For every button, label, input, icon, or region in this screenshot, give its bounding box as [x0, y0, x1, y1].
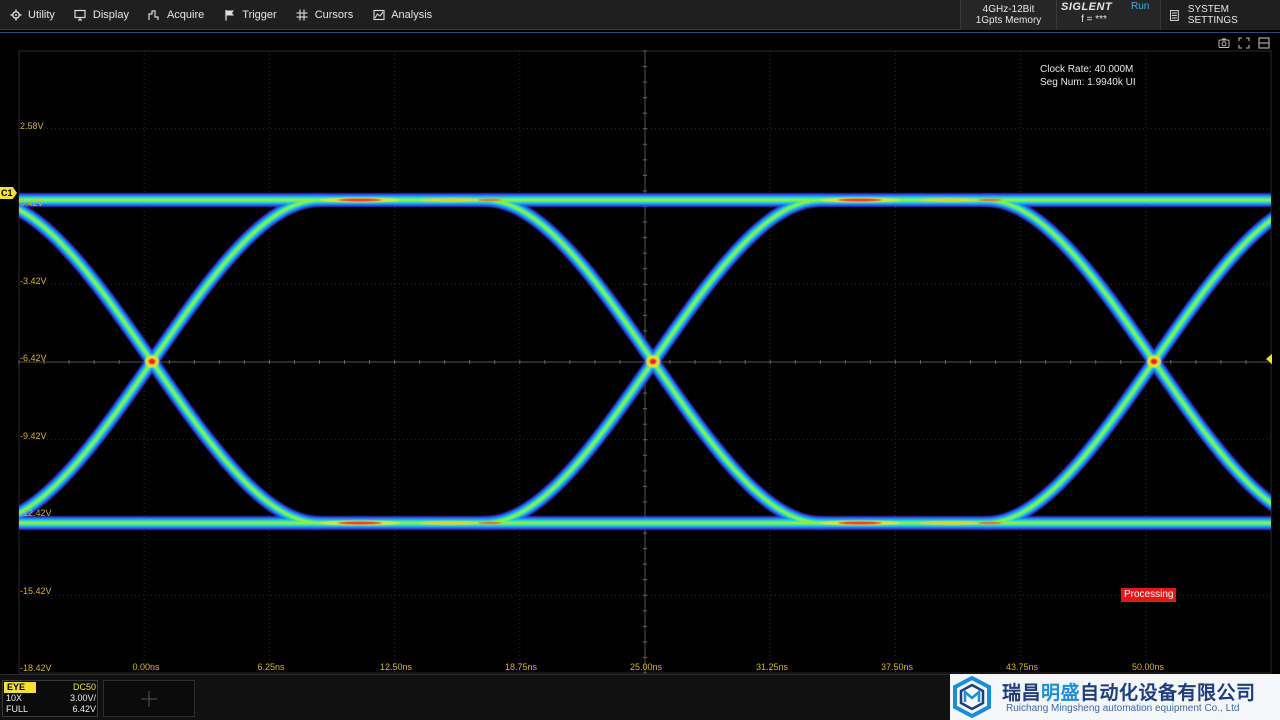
plus-icon	[141, 690, 157, 707]
top-menu-bar: Utility Display Acquire Trigger Cursors	[0, 0, 1280, 30]
dual-pane-icon[interactable]	[1258, 37, 1270, 49]
voltage-tick-label: -15.42V	[20, 586, 52, 596]
fullscreen-icon[interactable]	[1238, 37, 1250, 49]
time-tick-label: 18.75ns	[504, 662, 538, 672]
measurement-panel: Clock Rate: 40.000M Seg Num: 1.9940k UI	[1040, 63, 1136, 89]
system-settings-label: SYSTEM SETTINGS	[1187, 4, 1238, 26]
channel-mode-tag: EYE	[4, 682, 36, 693]
run-status-box[interactable]: SIGLENT Run f = ***	[1056, 0, 1160, 30]
menu-display-label: Display	[92, 9, 129, 21]
menu-trigger-label: Trigger	[242, 9, 277, 21]
time-tick-label: 25.00ns	[629, 662, 663, 672]
cursors-icon	[296, 9, 309, 22]
time-tick-label: 37.50ns	[880, 662, 914, 672]
time-tick-label: 43.75ns	[1005, 662, 1039, 672]
probe-attenuation: 10X	[6, 693, 23, 703]
voltage-tick-label: -6.42V	[20, 353, 47, 363]
company-watermark: 瑞昌明盛自动化设备有限公司 Ruichang Mingsheng automat…	[950, 674, 1280, 720]
gear-icon	[9, 9, 22, 22]
memory-label: 1Gpts Memory	[975, 15, 1042, 26]
processing-badge: Processing	[1121, 588, 1177, 602]
menu-cursors[interactable]: Cursors	[287, 0, 364, 30]
company-name-cn-highlight: 明盛	[1041, 683, 1081, 704]
analysis-icon	[372, 9, 385, 22]
voltage-tick-label: -18.42V	[20, 663, 52, 673]
frequency-readout: f = ***	[1081, 14, 1107, 25]
time-tick-label: 0.00ns	[132, 662, 160, 672]
channel-1-settings[interactable]: EYE DC50 10X 3.00V/ FULL 6.42V	[2, 680, 98, 717]
menu-acquire-label: Acquire	[166, 9, 205, 21]
display-tools	[1218, 37, 1270, 49]
menu-utility-label: Utility	[28, 9, 55, 21]
company-logo	[953, 676, 991, 718]
company-name-en: Ruichang Mingsheng automation equipment …	[1006, 703, 1240, 714]
menu-display[interactable]: Display	[65, 0, 139, 30]
settings-list-icon	[1169, 9, 1179, 21]
run-state: Run	[1131, 1, 1150, 12]
time-tick-label: 6.25ns	[257, 662, 285, 672]
eye-diagram	[18, 50, 1272, 674]
seg-num: Seg Num: 1.9940k UI	[1040, 77, 1136, 88]
menu-analysis-label: Analysis	[391, 9, 433, 21]
brand-logo: SIGLENT	[1061, 1, 1113, 13]
time-tick-label: 31.25ns	[755, 662, 789, 672]
waveform-display[interactable]: Clock Rate: 40.000M Seg Num: 1.9940k UI …	[0, 32, 1280, 674]
menu-utility[interactable]: Utility	[0, 0, 65, 30]
company-name-cn-part1: 瑞昌	[1002, 683, 1042, 704]
menu-trigger[interactable]: Trigger	[214, 0, 286, 30]
menu-cursors-label: Cursors	[314, 9, 354, 21]
company-name-cn: 瑞昌明盛自动化设备有限公司	[1002, 678, 1256, 705]
status-area: 4GHz-12Bit 1Gpts Memory SIGLENT Run f = …	[960, 0, 1280, 30]
company-name-cn-part2: 自动化设备有限公司	[1080, 683, 1256, 704]
voltage-tick-label: 2.58V	[20, 121, 44, 131]
time-tick-label: 50.00ns	[1131, 662, 1165, 672]
trigger-level-marker[interactable]	[1266, 354, 1272, 364]
camera-icon[interactable]	[1218, 37, 1230, 49]
vertical-scale: 3.00V/	[69, 693, 96, 703]
bandwidth-label: 4GHz-12Bit	[982, 4, 1035, 15]
time-tick-label: 12.50ns	[379, 662, 413, 672]
bandwidth-limit: FULL	[6, 704, 29, 714]
menu-acquire[interactable]: Acquire	[139, 0, 214, 30]
add-channel-button[interactable]	[103, 680, 195, 717]
voltage-tick-label: -12.42V	[20, 508, 52, 518]
channel-coupling: DC50	[72, 682, 96, 692]
monitor-icon	[74, 9, 87, 22]
vertical-offset: 6.42V	[72, 704, 96, 714]
voltage-tick-label: 0.42V	[20, 198, 44, 208]
flag-icon	[223, 9, 236, 22]
system-settings-button[interactable]: SYSTEM SETTINGS	[1160, 0, 1280, 30]
voltage-tick-label: -9.42V	[20, 431, 47, 441]
main-menu: Utility Display Acquire Trigger Cursors	[0, 0, 442, 30]
clock-rate: Clock Rate: 40.000M	[1040, 64, 1134, 75]
spec-box: 4GHz-12Bit 1Gpts Memory	[960, 0, 1056, 30]
menu-analysis[interactable]: Analysis	[363, 0, 442, 30]
voltage-tick-label: -3.42V	[20, 276, 47, 286]
acquire-icon	[148, 9, 161, 22]
